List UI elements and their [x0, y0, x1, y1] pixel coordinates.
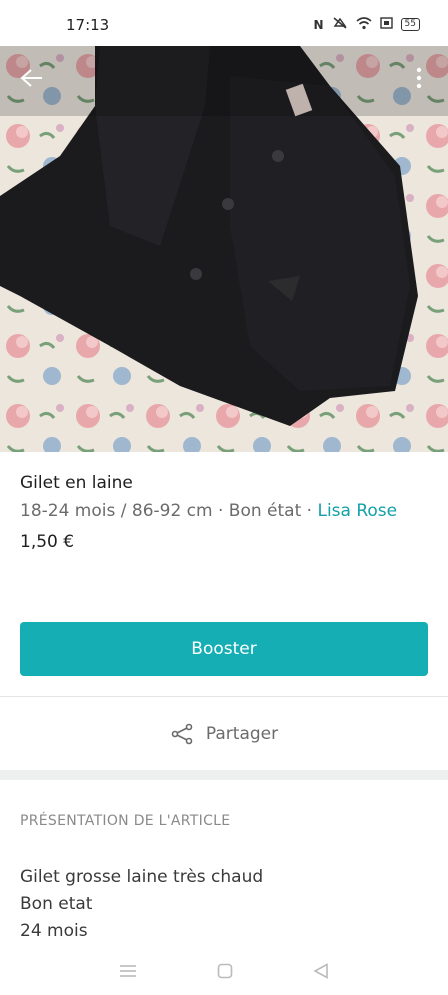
item-title: Gilet en laine	[20, 473, 133, 493]
item-size-condition: 18-24 mois / 86-92 cm · Bon état ·	[20, 501, 318, 521]
status-icons: N 55	[313, 16, 420, 33]
arrow-left-icon	[20, 69, 42, 87]
item-meta: 18-24 mois / 86-92 cm · Bon état · Lisa …	[20, 498, 430, 524]
share-button[interactable]: Partager	[0, 704, 448, 764]
menu-icon	[120, 965, 136, 977]
more-vertical-icon	[416, 67, 422, 89]
share-label: Partager	[205, 724, 279, 744]
item-price: 1,50 €	[20, 532, 75, 552]
item-details: Gilet en laine 18-24 mois / 86-92 cm · B…	[20, 470, 430, 555]
status-bar: 17:13 N 55	[0, 0, 448, 46]
section-title: PRÉSENTATION DE L'ARTICLE	[20, 813, 231, 829]
more-options-button[interactable]	[404, 60, 434, 96]
nfc-icon: N	[313, 17, 324, 32]
battery-icon: 55	[400, 18, 420, 31]
description-line: Bon etat	[20, 894, 93, 914]
sim-icon	[379, 17, 393, 32]
item-description: Gilet grosse laine très chaud Bon etat 2…	[20, 864, 263, 945]
description-line: 24 mois	[20, 921, 88, 941]
status-time: 17:13	[66, 16, 110, 34]
booster-button[interactable]: Booster	[20, 622, 428, 676]
share-icon	[171, 723, 193, 745]
item-brand-link[interactable]: Lisa Rose	[317, 501, 397, 521]
back-button[interactable]	[14, 60, 50, 96]
menu-nav-button[interactable]	[119, 963, 137, 982]
section-separator	[0, 770, 448, 780]
product-photo[interactable]	[0, 46, 448, 452]
mute-icon	[332, 16, 348, 33]
system-nav-bar	[0, 950, 448, 995]
home-nav-button[interactable]	[217, 963, 233, 983]
divider	[0, 696, 448, 697]
description-line: Gilet grosse laine très chaud	[20, 867, 264, 887]
back-nav-button[interactable]	[313, 962, 329, 983]
wifi-icon	[356, 16, 372, 33]
back-triangle-icon	[313, 962, 328, 979]
home-square-icon	[217, 963, 233, 978]
